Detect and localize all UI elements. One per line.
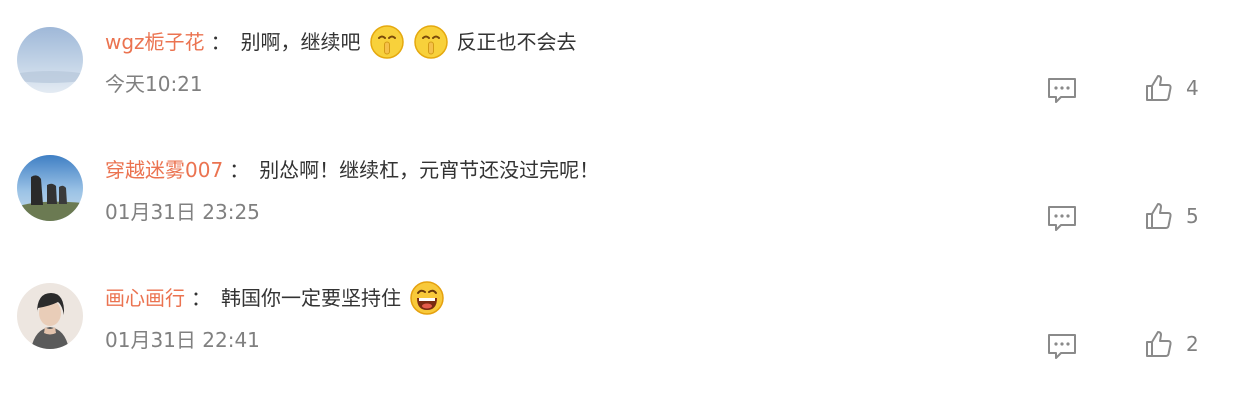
avatar[interactable] — [17, 283, 83, 349]
thumbs-up-icon — [1146, 75, 1172, 101]
comment-line: wgz栀子花 ： 别啊，继续吧 反正也不会去 — [105, 24, 577, 60]
like-count: 5 — [1186, 204, 1199, 228]
reply-button[interactable] — [1046, 330, 1078, 362]
timestamp: 01月31日 22:41 — [105, 328, 260, 352]
reply-button[interactable] — [1046, 74, 1078, 106]
username-link[interactable]: 穿越迷雾007 — [105, 152, 223, 188]
like-button[interactable]: 2 — [1144, 326, 1199, 362]
laughing-face-icon — [409, 280, 445, 316]
comment-item: 画心画行 ： 韩国你一定要坚持住 01月31日 22:41 2 — [0, 256, 1244, 384]
comment-text: 别啊，继续吧 — [240, 30, 361, 54]
avatar[interactable] — [17, 27, 83, 93]
username-link[interactable]: wgz栀子花 — [105, 24, 205, 60]
avatar[interactable] — [17, 155, 83, 221]
timestamp: 今天10:21 — [105, 72, 203, 96]
like-count: 4 — [1186, 76, 1199, 100]
like-button[interactable]: 5 — [1144, 198, 1199, 234]
comment-line: 穿越迷雾007 ： 别怂啊！继续杠，元宵节还没过完呢！ — [105, 152, 599, 188]
comment-line: 画心画行 ： 韩国你一定要坚持住 — [105, 280, 449, 316]
comment-icon — [1048, 78, 1076, 103]
colon: ： — [191, 286, 211, 310]
reply-button[interactable] — [1046, 202, 1078, 234]
username-link[interactable]: 画心画行 — [105, 280, 185, 316]
timestamp: 01月31日 23:25 — [105, 200, 260, 224]
colon: ： — [210, 30, 231, 54]
comment-icon — [1048, 206, 1076, 231]
shh-face-icon — [369, 24, 405, 60]
comment-item: wgz栀子花 ： 别啊，继续吧 反正也不会去 今天10:21 4 — [0, 0, 1244, 128]
shh-face-icon — [413, 24, 449, 60]
thumbs-up-icon — [1146, 203, 1172, 229]
comment-icon — [1048, 334, 1076, 359]
like-count: 2 — [1186, 332, 1199, 356]
thumbs-up-icon — [1146, 331, 1172, 357]
comment-text: 别怂啊！继续杠，元宵节还没过完呢！ — [259, 158, 600, 182]
comment-text: 反正也不会去 — [456, 30, 577, 54]
like-button[interactable]: 4 — [1144, 70, 1199, 106]
comment-item: 穿越迷雾007 ： 别怂啊！继续杠，元宵节还没过完呢！ 01月31日 23:25… — [0, 128, 1244, 256]
comment-text: 韩国你一定要坚持住 — [221, 286, 401, 310]
colon: ： — [229, 158, 250, 182]
